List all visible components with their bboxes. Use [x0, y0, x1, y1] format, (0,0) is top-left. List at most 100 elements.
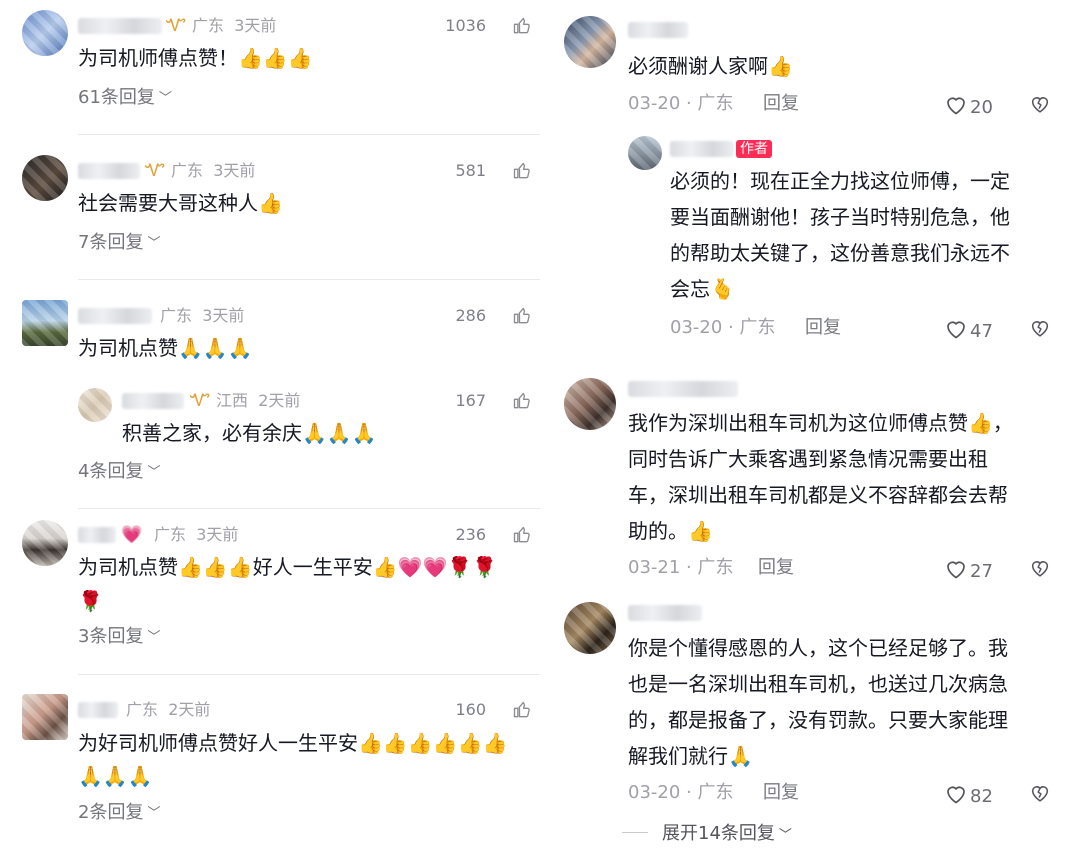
- broken-heart-icon[interactable]: [1029, 317, 1051, 339]
- avatar[interactable]: [22, 300, 68, 346]
- replies-label: 4条回复: [78, 461, 144, 482]
- comment-text-line: 也是一名深圳出租车司机，也送过几次病急: [628, 672, 1008, 696]
- thumbs-up-icon[interactable]: [512, 525, 532, 545]
- avatar[interactable]: [22, 694, 68, 740]
- reply-meta: 江西 2天前: [216, 391, 300, 411]
- like-count: 27: [970, 561, 993, 582]
- comment-text-line: 车，深圳出租车司机都是义不容辞都会去帮: [628, 483, 1008, 507]
- chevron-down-icon: ﹀: [158, 91, 172, 106]
- username-blurred[interactable]: [78, 527, 116, 543]
- view-replies-button[interactable]: 4条回复 ﹀: [78, 461, 160, 485]
- avatar[interactable]: [22, 155, 68, 201]
- avatar[interactable]: [564, 378, 616, 430]
- view-replies-button[interactable]: 61条回复 ﹀: [78, 87, 172, 111]
- location: 广东: [697, 557, 734, 578]
- avatar[interactable]: [22, 520, 68, 566]
- heart-outline-icon: [944, 93, 968, 117]
- comment-text-line: 助的。👍: [628, 519, 713, 543]
- date: 03-21: [628, 557, 681, 578]
- comment-text-line: 必须的！现在正全力找这位师傅，一定: [670, 169, 1010, 193]
- like-count: 286: [455, 306, 486, 325]
- comment-meta: 广东 2天前: [126, 700, 210, 720]
- like-button[interactable]: 27: [944, 557, 993, 583]
- comment-text-line: 我作为深圳出租车司机为这位师傅点赞👍，: [628, 411, 1013, 435]
- broken-heart-icon[interactable]: [1029, 782, 1051, 804]
- comment-text: 为司机师傅点赞！👍👍👍: [78, 46, 313, 70]
- username-blurred[interactable]: [628, 381, 738, 397]
- comment-text-line: 会忘🫰: [670, 277, 735, 301]
- author-tag: 作者: [736, 140, 772, 158]
- like-count: 236: [455, 525, 486, 544]
- timestamp: 3天前: [234, 16, 277, 35]
- timestamp: 3天前: [202, 306, 245, 325]
- like-count: 1036: [445, 16, 486, 35]
- chevron-down-icon: ﹀: [778, 828, 792, 843]
- replies-label: 7条回复: [78, 232, 144, 253]
- username-blurred[interactable]: [78, 163, 140, 179]
- date: 03-20: [628, 93, 681, 114]
- reply-button[interactable]: 回复: [805, 317, 841, 339]
- username-blurred[interactable]: [670, 141, 734, 157]
- username-blurred[interactable]: [628, 22, 688, 38]
- heart-outline-icon: [944, 782, 968, 806]
- reply-button[interactable]: 回复: [763, 93, 799, 115]
- expand-replies-button[interactable]: 展开14条回复 ﹀: [622, 823, 792, 847]
- comment-meta: 广东 3天前: [160, 306, 244, 326]
- like-count: 160: [455, 700, 486, 719]
- comment-text: 必须酬谢人家啊👍: [628, 54, 793, 78]
- comment-meta: 03-20 · 广东: [628, 93, 734, 114]
- username-blurred[interactable]: [628, 605, 702, 621]
- author-avatar[interactable]: [628, 136, 662, 170]
- comment-text-line: 的帮助太关键了，这份善意我们永远不: [670, 241, 1010, 265]
- reply-button[interactable]: 回复: [758, 557, 794, 579]
- chevron-down-icon: ﹀: [147, 806, 161, 821]
- view-replies-button[interactable]: 7条回复 ﹀: [78, 232, 160, 256]
- username-blurred[interactable]: [78, 702, 118, 718]
- location: 广东: [739, 317, 776, 338]
- expand-label: 展开14条回复: [662, 823, 775, 844]
- heart-outline-icon: [944, 557, 968, 581]
- username-blurred[interactable]: [78, 308, 152, 324]
- comment-text-line: 的，都是报备了，没有罚款。只要大家能理: [628, 708, 1008, 732]
- timestamp: 3天前: [213, 161, 256, 180]
- like-button[interactable]: 82: [944, 782, 993, 808]
- thumbs-up-icon[interactable]: [512, 700, 532, 720]
- comment-text-line: 解我们就行🙏: [628, 744, 753, 768]
- username-blurred[interactable]: [78, 18, 162, 34]
- view-replies-button[interactable]: 3条回复 ﹀: [78, 626, 160, 650]
- avatar[interactable]: [564, 602, 616, 654]
- date: 03-20: [628, 782, 681, 803]
- thumbs-up-icon[interactable]: [512, 306, 532, 326]
- chevron-down-icon: ﹀: [147, 236, 161, 251]
- location: 广东: [126, 700, 159, 719]
- comment-meta: 03-21 · 广东: [628, 557, 734, 578]
- view-replies-button[interactable]: 2条回复 ﹀: [78, 802, 160, 826]
- timestamp: 3天前: [196, 525, 239, 544]
- left-comment-panel: Ꮙ 广东 3天前 1036 为司机师傅点赞！👍👍👍 61条回复 ﹀ Ꮙ 广东 3天…: [0, 0, 540, 851]
- username-blurred[interactable]: [122, 393, 184, 409]
- comment-meta: 03-20 · 广东: [670, 317, 776, 338]
- thumbs-up-icon[interactable]: [512, 391, 532, 411]
- broken-heart-icon[interactable]: [1029, 93, 1051, 115]
- avatar[interactable]: [22, 10, 68, 56]
- comment-text-line: 你是个懂得感恩的人，这个已经足够了。我: [628, 636, 1008, 660]
- replies-label: 2条回复: [78, 802, 144, 823]
- broken-heart-icon[interactable]: [1029, 557, 1051, 579]
- like-count: 581: [455, 161, 486, 180]
- comment-meta: 广东 3天前: [192, 16, 276, 36]
- like-button[interactable]: 47: [944, 317, 993, 343]
- comment-meta: 03-20 · 广东: [628, 782, 734, 803]
- divider: [78, 279, 540, 280]
- like-button[interactable]: 20: [944, 93, 993, 119]
- avatar[interactable]: [564, 16, 616, 68]
- reply-avatar[interactable]: [78, 388, 112, 422]
- reply-button[interactable]: 回复: [763, 782, 799, 804]
- comment-text: 社会需要大哥这种人👍: [78, 191, 283, 215]
- heart-badge-icon: 💗: [121, 525, 143, 545]
- thumbs-up-icon[interactable]: [512, 16, 532, 36]
- chevron-down-icon: ﹀: [147, 630, 161, 645]
- thumbs-up-icon[interactable]: [512, 161, 532, 181]
- butterfly-badge-icon: Ꮙ: [190, 391, 211, 411]
- divider: [78, 508, 540, 509]
- location: 广东: [171, 161, 204, 180]
